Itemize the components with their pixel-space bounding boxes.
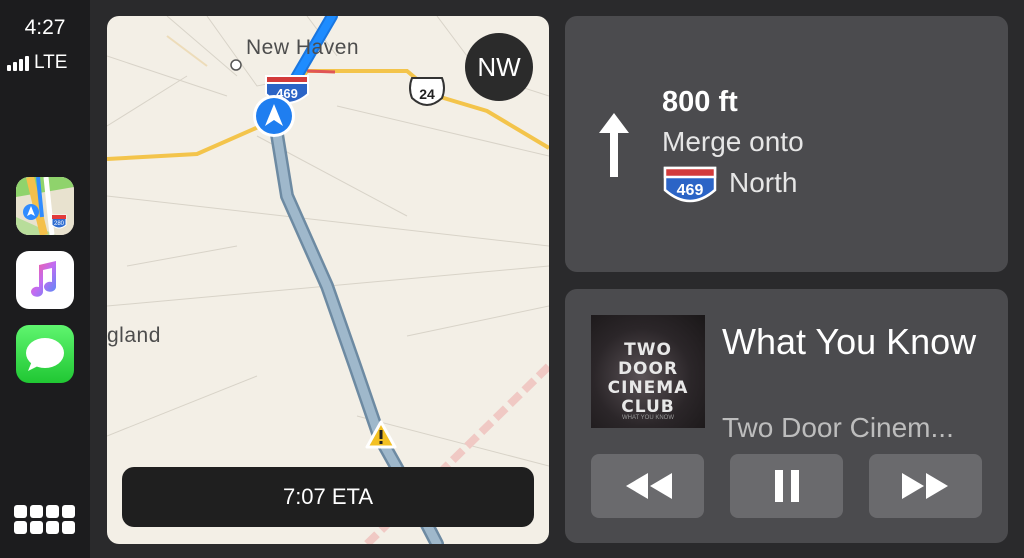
rewind-button[interactable] (591, 454, 704, 518)
music-icon (31, 261, 56, 297)
now-playing-card[interactable]: TWO DOOR CINEMA CLUB WHAT YOU KNOW What … (565, 289, 1008, 543)
maneuver-direction: North (729, 167, 798, 198)
navigation-instruction-card[interactable]: 800 ft Merge onto 469 North (565, 16, 1008, 272)
maneuver-instruction: Merge onto (662, 126, 804, 157)
carplay-sidebar: 4:27 LTE 280 (0, 0, 90, 558)
maps-icon-shield-text: 280 (54, 221, 65, 227)
cellular-status: LTE (7, 52, 67, 74)
eta-button[interactable]: 7:07 ETA (122, 467, 534, 527)
album-art-subtitle: WHAT YOU KNOW (621, 415, 674, 421)
svg-text:24: 24 (419, 86, 435, 102)
messages-icon (26, 338, 64, 371)
pause-button[interactable] (730, 454, 843, 518)
album-art-title: TWO DOOR CINEMA CLUB (607, 340, 689, 417)
maneuver-distance: 800 ft (662, 86, 738, 118)
current-location-arrow-icon (253, 95, 295, 137)
messages-app-button[interactable] (16, 325, 74, 383)
album-art[interactable]: TWO DOOR CINEMA CLUB WHAT YOU KNOW (591, 315, 705, 428)
fast-forward-button[interactable] (869, 454, 982, 518)
signal-bars-icon (7, 55, 29, 71)
nav-shield-number: 469 (677, 182, 704, 199)
map-view[interactable]: 469 24 New Haven gland NW 7:07 ETA (107, 16, 549, 544)
us-route-shield-marker: 24 (409, 77, 445, 106)
network-label: LTE (34, 52, 68, 73)
arrow-up-icon (599, 113, 629, 177)
music-app-button[interactable] (16, 251, 74, 309)
map-city-label: New Haven (246, 36, 360, 59)
map-region-label: gland (107, 324, 161, 347)
status-time: 4:27 (24, 16, 66, 39)
maps-app-button[interactable]: 280 (16, 177, 74, 235)
app-grid-icon[interactable] (14, 505, 76, 537)
pause-icon (774, 470, 799, 502)
fast-forward-icon (901, 473, 948, 499)
maps-icon: 280 (16, 177, 74, 235)
compass-button[interactable]: NW (465, 33, 533, 101)
track-artist: Two Door Cinem... (722, 412, 954, 443)
track-title: What You Know (722, 321, 977, 362)
interstate-shield-icon: 469 (663, 166, 717, 203)
rewind-icon (625, 473, 672, 499)
